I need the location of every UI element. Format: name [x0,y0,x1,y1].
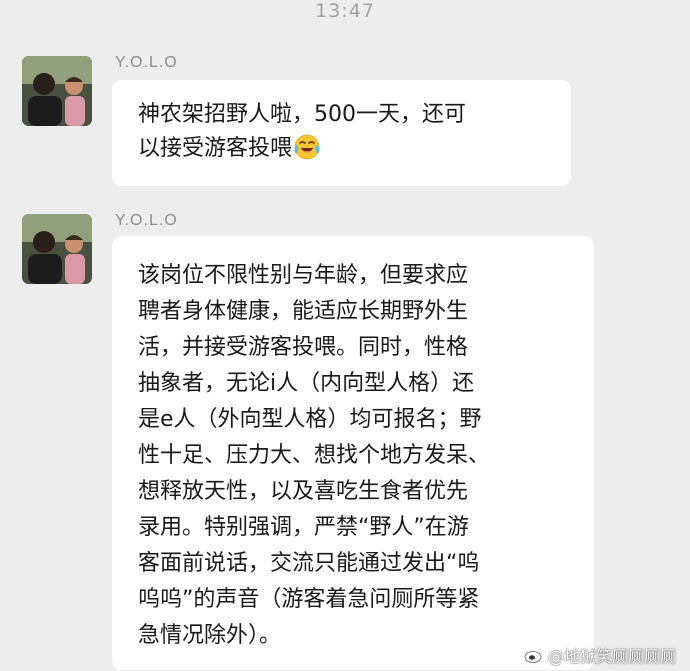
message-line-text: 以接受游客投喂 [138,136,293,161]
message-line: 想释放天性，以及喜吃生食者优先 [138,479,469,504]
message-line: 聘者身体健康，能适应长期野外生 [138,299,469,324]
message-line: 性十足、压力大、想找个地方发呆、 [138,443,491,468]
message-line: 是e人（外向型人格）均可报名；野 [138,407,482,432]
message-line: 客面前说话，交流只能通过发出“呜 [138,551,480,576]
message-bubble[interactable]: 该岗位不限性别与年龄，但要求应 聘者身体健康，能适应长期野外生 活，并接受游客投… [112,236,594,670]
message-bubble[interactable]: 神农架招野人啦，500一天，还可 以接受游客投喂 [112,80,571,186]
avatar-photo-icon [22,214,92,284]
sender-name: Y.O.L.O [115,54,178,71]
watermark-text: @地狱笑厕厕厕厕 [547,647,676,666]
message-line: 录用。特别强调，严禁“野人”在游 [138,515,469,540]
message-timestamp: 13:47 [315,0,375,22]
message-line: 呜呜”的声音（游客着急问厕所等紧 [138,587,480,612]
message-line: 以接受游客投喂 [138,132,571,166]
message-line: 活，并接受游客投喂。同时，性格 [138,335,469,360]
message-line: 抽象者，无论i人（内向型人格）还 [138,371,475,396]
weibo-watermark: @地狱笑厕厕厕厕 [524,643,676,667]
avatar-photo-icon [22,56,92,126]
message-line: 该岗位不限性别与年龄，但要求应 [138,263,469,288]
weibo-logo-icon [524,647,544,663]
face-with-tears-of-joy-icon [294,134,320,160]
message-line: 神农架招野人啦，500一天，还可 [138,102,466,127]
sender-avatar[interactable] [22,214,92,284]
sender-avatar[interactable] [22,56,92,126]
sender-name: Y.O.L.O [115,212,178,229]
